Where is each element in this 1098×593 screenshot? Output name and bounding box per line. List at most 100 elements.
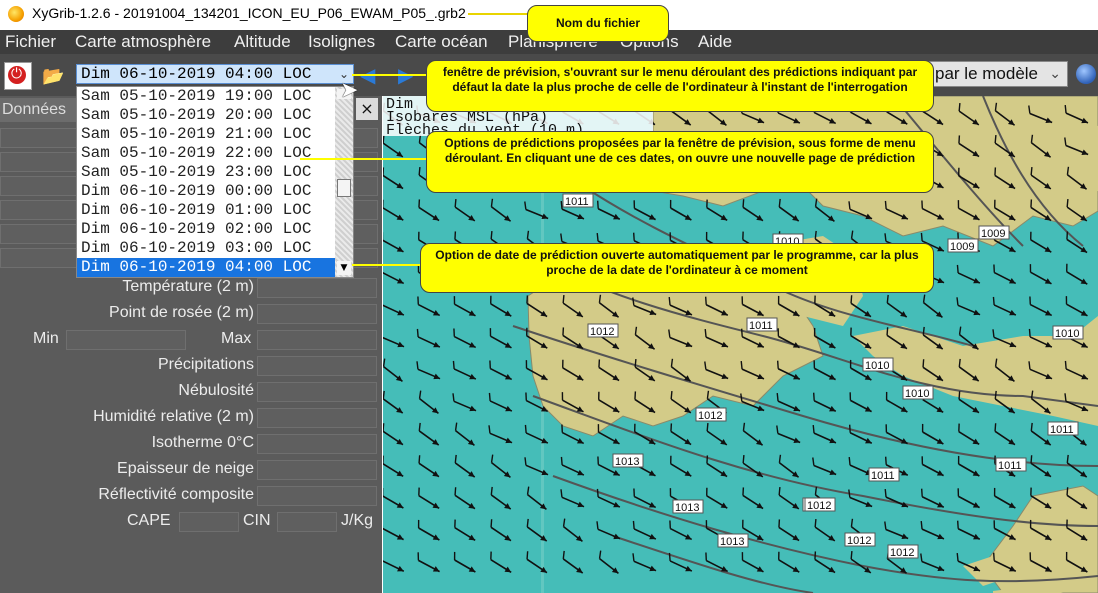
label-isotherm: Isotherme 0°C [151, 434, 254, 451]
svg-text:1011: 1011 [998, 460, 1022, 472]
dropdown-item[interactable]: Sam 05-10-2019 19:00 LOC [77, 87, 335, 106]
globe-icon[interactable] [1076, 64, 1096, 84]
callout-options: Options de prédictions proposées par la … [426, 131, 934, 193]
menu-fichier[interactable]: Fichier [5, 32, 56, 52]
menu-isolignes[interactable]: Isolignes [308, 32, 375, 52]
callout-forecast-window: fenêtre de prévision, s'ouvrant sur le m… [426, 60, 934, 112]
dropdown-item[interactable]: Dim 06-10-2019 00:00 LOC [77, 182, 335, 201]
isobar-label: 1012 [804, 497, 836, 512]
dropdown-item[interactable]: Sam 05-10-2019 23:00 LOC [77, 163, 335, 182]
svg-text:1012: 1012 [807, 500, 831, 512]
value-dew-point [257, 304, 377, 324]
value-max [257, 330, 377, 350]
label-reflectivity: Réflectivité composite [98, 486, 254, 503]
label-max: Max [221, 330, 252, 347]
isobar-label: 1009 [978, 225, 1010, 240]
scroll-down-icon[interactable]: ▼ [337, 261, 351, 275]
isobar-label: 1012 [887, 544, 919, 559]
value-snow [257, 460, 377, 480]
callout-pointer-filename [468, 13, 528, 15]
isobar-label: 1013 [672, 499, 704, 514]
label-snow: Epaisseur de neige [117, 460, 254, 477]
dropdown-item[interactable]: Dim 06-10-2019 03:00 LOC [77, 239, 335, 258]
label-cin: CIN [243, 512, 271, 529]
forecast-date-value: Dim 06-10-2019 04:00 LOC [81, 65, 312, 83]
value-cin [277, 512, 337, 532]
value-cloud [257, 382, 377, 402]
label-cape: CAPE [127, 512, 171, 529]
svg-text:1013: 1013 [615, 456, 639, 468]
forecast-date-dropdown[interactable]: Sam 05-10-2019 19:00 LOC Sam 05-10-2019 … [76, 86, 354, 278]
isobar-label: 1009 [947, 238, 979, 253]
svg-text:1012: 1012 [590, 326, 614, 338]
isobar-label: 1011 [746, 317, 778, 332]
window-title: XyGrib-1.2.6 - 20191004_134201_ICON_EU_P… [32, 5, 466, 21]
menu-aide[interactable]: Aide [698, 32, 732, 52]
app-sun-icon [8, 6, 24, 22]
isobar-label: 1012 [844, 532, 876, 547]
svg-text:1013: 1013 [720, 536, 744, 548]
svg-text:1010: 1010 [905, 388, 929, 400]
callout-pointer [300, 158, 430, 160]
dropdown-item[interactable]: Sam 05-10-2019 20:00 LOC [77, 106, 335, 125]
model-select-value: par le modèle [935, 64, 1039, 83]
label-precip: Précipitations [157, 356, 254, 373]
dropdown-item[interactable]: Dim 06-10-2019 02:00 LOC [77, 220, 335, 239]
open-folder-icon[interactable]: 📂 [40, 62, 66, 88]
value-precip [257, 356, 377, 376]
label-cloud: Nébulosité [178, 382, 254, 399]
svg-text:1011: 1011 [749, 320, 773, 332]
dropdown-item-selected[interactable]: Dim 06-10-2019 04:00 LOC [77, 258, 335, 277]
callout-pointer [352, 74, 432, 76]
mouse-cursor-icon: ➤ [340, 78, 359, 103]
isobar-label: 1011 [868, 467, 900, 482]
dropdown-item[interactable]: Sam 05-10-2019 21:00 LOC [77, 125, 335, 144]
power-icon[interactable] [4, 62, 32, 90]
svg-text:1009: 1009 [981, 228, 1005, 240]
value-cape [179, 512, 239, 532]
value-reflectivity [257, 486, 377, 506]
value-temperature [257, 278, 377, 298]
callout-pointer [352, 264, 424, 266]
label-min: Min [33, 330, 59, 347]
menu-carte-ocean[interactable]: Carte océan [395, 32, 488, 52]
isobar-label: 1010 [862, 357, 894, 372]
label-unit: J/Kg [341, 512, 374, 529]
value-humidity [257, 408, 377, 428]
svg-text:1012: 1012 [890, 547, 914, 559]
svg-text:1011: 1011 [565, 196, 589, 208]
forecast-date-select[interactable]: Dim 06-10-2019 04:00 LOC ⌄ [76, 64, 354, 84]
chevron-down-icon: ⌄ [1049, 66, 1061, 82]
isobar-label: 1010 [1052, 325, 1084, 340]
dropdown-item[interactable]: Dim 06-10-2019 01:00 LOC [77, 201, 335, 220]
svg-text:1013: 1013 [675, 502, 699, 514]
dropdown-item[interactable]: Sam 05-10-2019 22:00 LOC [77, 144, 335, 163]
panel-tab-donnees[interactable]: Données [0, 98, 82, 122]
svg-text:1012: 1012 [698, 410, 722, 422]
svg-text:1009: 1009 [950, 241, 974, 253]
value-min [66, 330, 186, 350]
svg-text:1010: 1010 [1055, 328, 1079, 340]
isobar-label: 1011 [1047, 421, 1079, 436]
svg-text:1012: 1012 [847, 535, 871, 547]
callout-filename: Nom du fichier [527, 5, 669, 42]
svg-text:1011: 1011 [1050, 424, 1074, 436]
isobar-label: 1013 [717, 533, 749, 548]
model-select[interactable]: par le modèle ⌄ [926, 61, 1068, 87]
menu-carte-atmosphere[interactable]: Carte atmosphère [75, 32, 211, 52]
isobar-label: 1011 [562, 193, 594, 208]
close-icon[interactable]: × [356, 98, 378, 120]
callout-auto-option: Option de date de prédiction ouverte aut… [420, 243, 934, 293]
isobar-label: 1012 [587, 323, 619, 338]
scroll-thumb[interactable] [337, 179, 351, 197]
menu-altitude[interactable]: Altitude [234, 32, 291, 52]
isobar-label: 1010 [902, 385, 934, 400]
label-temperature: Température (2 m) [122, 278, 254, 295]
label-dew-point: Point de rosée (2 m) [109, 304, 254, 321]
dropdown-scrollbar[interactable]: ▼ [335, 87, 353, 277]
isobar-label: 1011 [995, 457, 1027, 472]
isobar-label: 1013 [612, 453, 644, 468]
svg-text:1011: 1011 [871, 470, 895, 482]
isobar-label: 1012 [695, 407, 727, 422]
value-isotherm [257, 434, 377, 454]
